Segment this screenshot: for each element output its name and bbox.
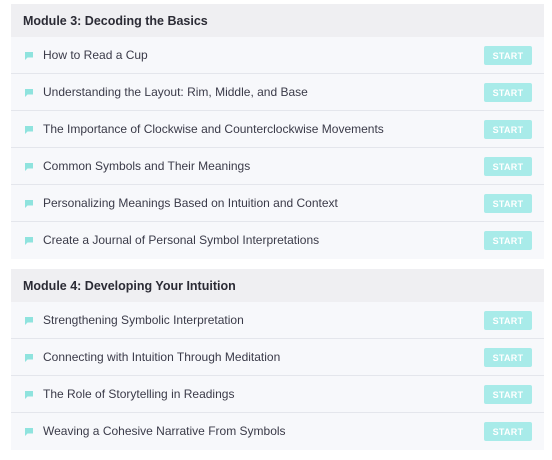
start-button[interactable]: START [484, 83, 532, 102]
lesson-flag-icon [25, 428, 33, 436]
start-button[interactable]: START [484, 311, 532, 330]
lesson-flag-icon [25, 126, 33, 134]
lesson-title[interactable]: The Role of Storytelling in Readings [43, 376, 234, 413]
lesson-flag-icon [25, 317, 33, 325]
lesson-item[interactable]: How to Read a Cup START [11, 37, 544, 74]
module-title: Module 3: Decoding the Basics [11, 4, 544, 37]
lesson-title[interactable]: Personalizing Meanings Based on Intuitio… [43, 185, 338, 222]
lesson-item[interactable]: Understanding the Layout: Rim, Middle, a… [11, 74, 544, 111]
lesson-item[interactable]: The Role of Storytelling in Readings STA… [11, 376, 544, 413]
lesson-title[interactable]: Create a Journal of Personal Symbol Inte… [43, 222, 319, 259]
module-3: Module 3: Decoding the Basics How to Rea… [11, 4, 544, 259]
lesson-title[interactable]: Strengthening Symbolic Interpretation [43, 302, 244, 339]
lesson-item[interactable]: Create a Journal of Personal Symbol Inte… [11, 222, 544, 259]
module-4: Module 4: Developing Your Intuition Stre… [11, 269, 544, 450]
lesson-item[interactable]: Strengthening Symbolic Interpretation ST… [11, 302, 544, 339]
lesson-flag-icon [25, 354, 33, 362]
start-button[interactable]: START [484, 348, 532, 367]
start-button[interactable]: START [484, 46, 532, 65]
start-button[interactable]: START [484, 157, 532, 176]
lesson-title[interactable]: Connecting with Intuition Through Medita… [43, 339, 280, 376]
lesson-title[interactable]: Weaving a Cohesive Narrative From Symbol… [43, 413, 286, 450]
lesson-list: Strengthening Symbolic Interpretation ST… [11, 302, 544, 450]
lesson-flag-icon [25, 163, 33, 171]
lesson-flag-icon [25, 200, 33, 208]
lesson-flag-icon [25, 52, 33, 60]
lesson-item[interactable]: Personalizing Meanings Based on Intuitio… [11, 185, 544, 222]
start-button[interactable]: START [484, 422, 532, 441]
lesson-flag-icon [25, 391, 33, 399]
lesson-list: How to Read a Cup START Understanding th… [11, 37, 544, 259]
start-button[interactable]: START [484, 120, 532, 139]
start-button[interactable]: START [484, 385, 532, 404]
curriculum: Module 3: Decoding the Basics How to Rea… [11, 4, 544, 460]
lesson-item[interactable]: Weaving a Cohesive Narrative From Symbol… [11, 413, 544, 450]
lesson-item[interactable]: Connecting with Intuition Through Medita… [11, 339, 544, 376]
lesson-item[interactable]: The Importance of Clockwise and Counterc… [11, 111, 544, 148]
start-button[interactable]: START [484, 231, 532, 250]
start-button[interactable]: START [484, 194, 532, 213]
module-title: Module 4: Developing Your Intuition [11, 269, 544, 302]
lesson-title[interactable]: Understanding the Layout: Rim, Middle, a… [43, 74, 308, 111]
lesson-title[interactable]: Common Symbols and Their Meanings [43, 148, 250, 185]
lesson-flag-icon [25, 237, 33, 245]
lesson-item[interactable]: Common Symbols and Their Meanings START [11, 148, 544, 185]
lesson-title[interactable]: How to Read a Cup [43, 37, 148, 74]
lesson-flag-icon [25, 89, 33, 97]
lesson-title[interactable]: The Importance of Clockwise and Counterc… [43, 111, 384, 148]
